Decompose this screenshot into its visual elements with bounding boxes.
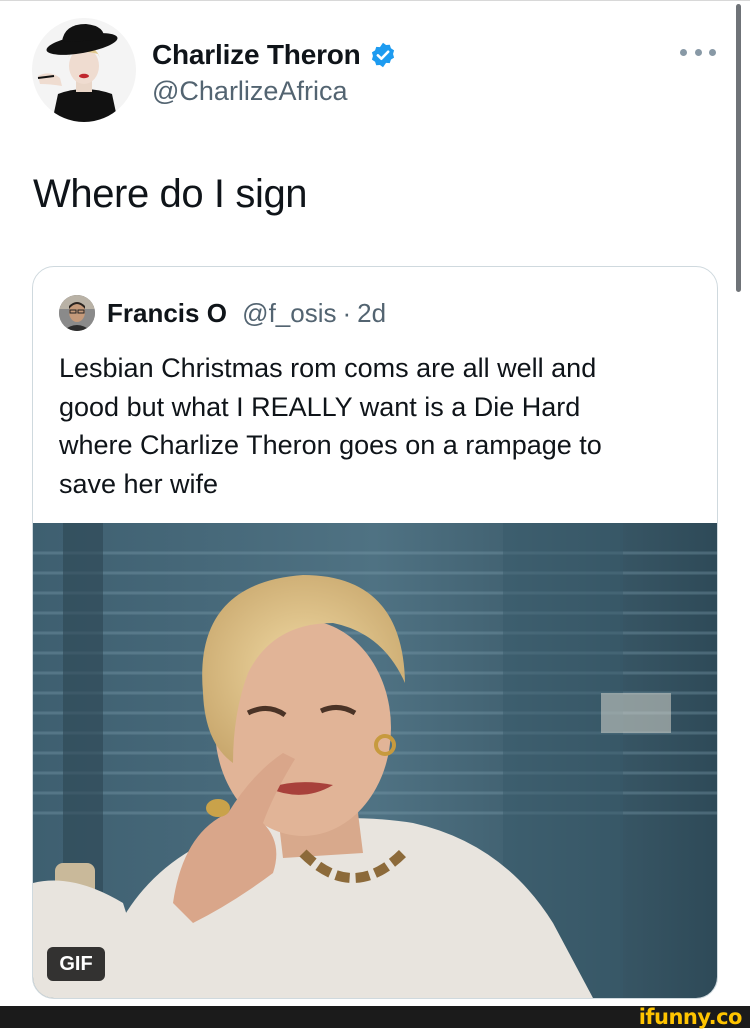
- quoted-text-line: save her wife: [59, 468, 219, 499]
- author-name[interactable]: Charlize Theron: [152, 39, 361, 71]
- quoted-timestamp[interactable]: 2d: [357, 298, 386, 328]
- tweet-text: Where do I sign: [33, 172, 308, 216]
- watermark-logo: ifunny.co: [638, 1005, 743, 1029]
- more-options-icon[interactable]: [680, 42, 716, 62]
- quoted-author-name[interactable]: Francis O: [107, 298, 227, 328]
- author-handle[interactable]: @CharlizeAfrica: [152, 76, 347, 107]
- quoted-tweet-text: Lesbian Christmas rom coms are all well …: [59, 349, 699, 503]
- author-name-row[interactable]: Charlize Theron: [152, 38, 397, 72]
- more-dot: [680, 48, 687, 56]
- quoted-text-line: where Charlize Theron goes on a rampage …: [59, 430, 602, 460]
- top-divider: [0, 0, 750, 1]
- quoted-author-avatar[interactable]: [59, 295, 95, 331]
- more-dot: [709, 48, 716, 56]
- quoted-separator: ·: [342, 298, 352, 328]
- quoted-text-line: good but what I REALLY want is a Die Har…: [59, 391, 581, 422]
- more-dot: [694, 48, 702, 56]
- quoted-author-handle[interactable]: @f_osis: [242, 298, 336, 328]
- watermark-bar: ifunny.co: [0, 1006, 750, 1028]
- gif-media[interactable]: GIF: [33, 523, 717, 998]
- gif-badge: GIF: [47, 947, 105, 981]
- verified-badge-icon: [369, 41, 397, 69]
- quoted-text-line: Lesbian Christmas rom coms are all well …: [59, 353, 597, 383]
- scrollbar[interactable]: [736, 4, 741, 292]
- author-avatar[interactable]: [32, 18, 136, 122]
- quoted-tweet-card[interactable]: Francis O @f_osis · 2d Lesbian Christmas r…: [32, 266, 718, 999]
- quoted-header: Francis O @f_osis · 2d: [107, 298, 386, 329]
